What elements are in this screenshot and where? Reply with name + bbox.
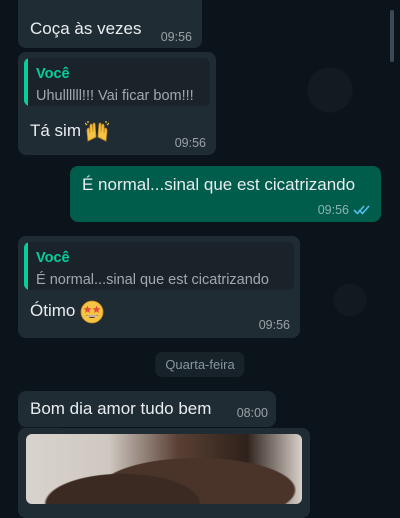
message-time: 09:56 xyxy=(317,203,349,217)
quoted-message[interactable]: Você Uhullllll!!! Vai ficar bom!!! xyxy=(24,58,210,106)
message-text: É normal...sinal que est cicatrizando xyxy=(82,175,356,194)
message-time: 09:56 xyxy=(160,30,192,44)
quote-text: Uhullllll!!! Vai ficar bom!!! xyxy=(36,88,194,104)
image-thumbnail[interactable] xyxy=(26,434,302,504)
message-body: Ótimo xyxy=(30,300,104,324)
message-time: 09:56 xyxy=(174,136,206,150)
message-outgoing[interactable]: É normal...sinal que est cicatrizando 09… xyxy=(70,166,381,222)
quote-author: Você xyxy=(36,66,70,82)
quoted-message[interactable]: Você É normal...sinal que est cicatrizan… xyxy=(24,242,294,290)
message-text: Ótimo xyxy=(30,301,76,321)
message-text: Coça às vezes xyxy=(30,19,142,38)
star-struck-emoji xyxy=(80,300,104,324)
quote-author: Você xyxy=(36,250,70,266)
message-incoming[interactable]: Bom dia amor tudo bem 08:00 xyxy=(18,391,276,427)
message-time: 09:56 xyxy=(258,318,290,332)
scrollbar[interactable] xyxy=(390,10,394,62)
message-incoming[interactable]: Você É normal...sinal que est cicatrizan… xyxy=(18,236,300,338)
message-text: Tá sim xyxy=(30,121,81,140)
quote-accent-bar xyxy=(24,242,28,290)
message-body: Tá sim xyxy=(30,120,110,143)
raised-hands-emoji xyxy=(85,120,110,142)
message-incoming[interactable]: Você Uhullllll!!! Vai ficar bom!!! Tá si… xyxy=(18,52,216,155)
quote-accent-bar xyxy=(24,58,28,106)
read-receipt-icon xyxy=(353,205,370,215)
message-incoming[interactable]: Coça às vezes 09:56 xyxy=(18,0,202,48)
date-separator: Quarta-feira xyxy=(155,352,245,377)
message-text: Bom dia amor tudo bem xyxy=(30,399,212,418)
quote-text: É normal...sinal que est cicatrizando xyxy=(36,272,269,288)
message-time: 08:00 xyxy=(236,406,268,420)
